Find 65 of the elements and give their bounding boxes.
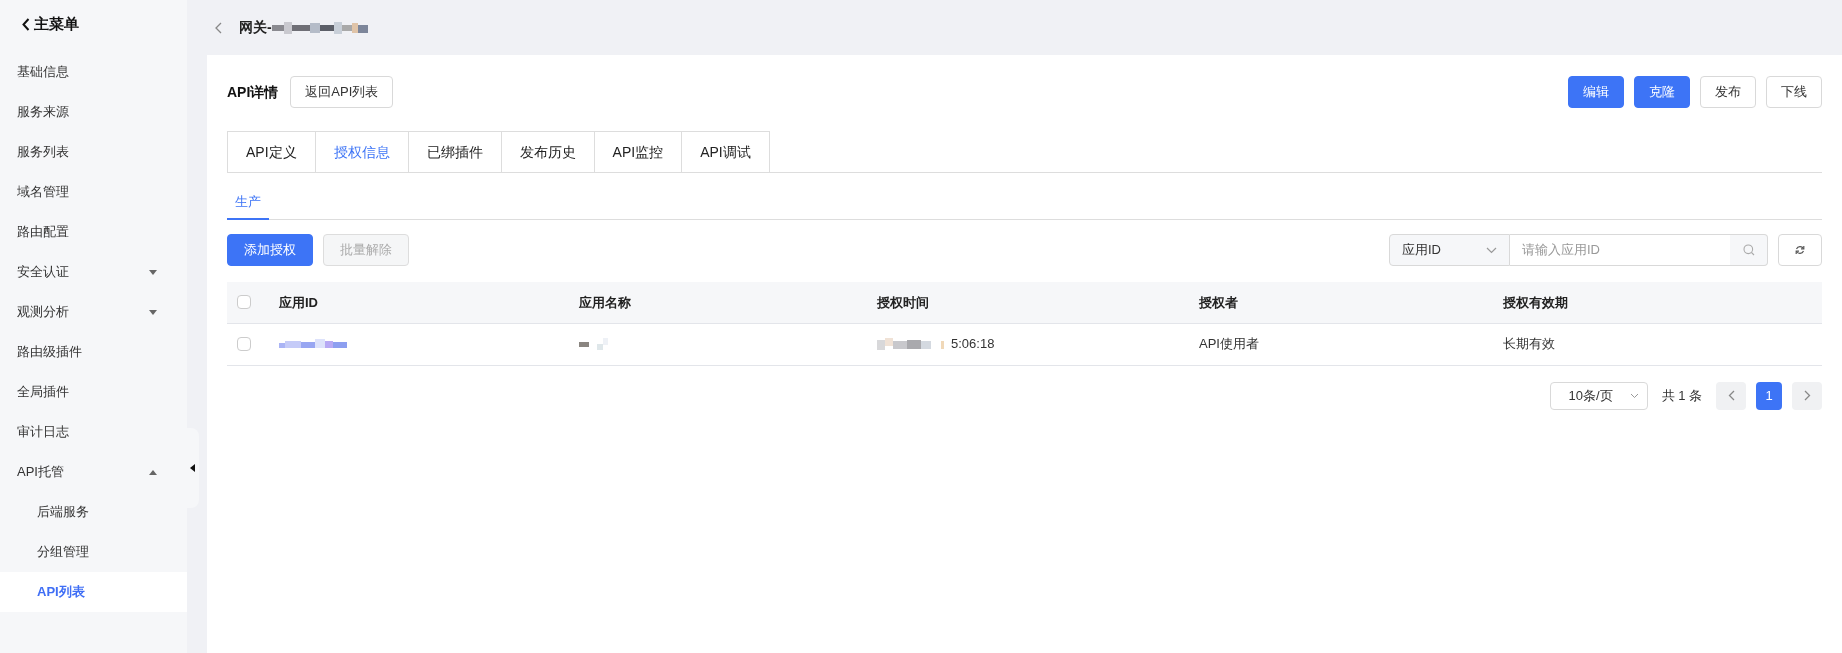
action-button[interactable]: 编辑 — [1568, 76, 1624, 108]
refresh-icon — [1795, 245, 1805, 255]
column-header: 授权时间 — [877, 294, 929, 310]
tab[interactable]: 已绑插件 — [407, 131, 501, 172]
column-header: 应用名称 — [579, 294, 631, 310]
tab[interactable]: 发布历史 — [500, 131, 594, 172]
chevron-left-icon — [1727, 390, 1735, 401]
chevron-down-icon — [1486, 246, 1497, 254]
sub-tab[interactable]: 生产 — [227, 185, 269, 220]
sidebar-item[interactable]: 服务来源 — [0, 92, 187, 132]
tab[interactable]: API调试 — [681, 131, 770, 172]
chevron-right-icon — [1803, 390, 1811, 401]
sidebar-item[interactable]: 安全认证 — [0, 252, 187, 292]
collapse-handle[interactable] — [187, 428, 199, 508]
sidebar-item[interactable]: 观测分析 — [0, 292, 187, 332]
previous-page-button[interactable] — [1716, 381, 1746, 410]
sidebar-item[interactable]: 服务列表 — [0, 132, 187, 172]
sidebar-item[interactable]: 路由配置 — [0, 212, 187, 252]
toolbar-button[interactable]: 添加授权 — [227, 234, 313, 266]
caret-down-icon — [149, 309, 157, 315]
refresh-button[interactable] — [1778, 234, 1822, 266]
action-button[interactable]: 下线 — [1766, 76, 1822, 108]
action-button[interactable]: 发布 — [1700, 76, 1756, 108]
filter-select[interactable]: 应用ID — [1389, 234, 1510, 266]
total-count: 共 1 条 — [1661, 386, 1702, 405]
column-header: 授权有效期 — [1503, 294, 1568, 310]
table-cell: API使用者 — [1199, 336, 1259, 352]
chevron-left-icon — [22, 17, 30, 31]
caret-down-icon — [149, 269, 157, 275]
caret-up-icon — [149, 469, 157, 475]
sidebar-item[interactable]: 后端服务 — [0, 492, 187, 532]
sidebar-item[interactable]: 审计日志 — [0, 412, 187, 452]
tab[interactable]: API定义 — [227, 131, 315, 172]
chevron-down-icon — [1629, 392, 1639, 399]
back-icon[interactable] — [215, 21, 223, 34]
next-page-button[interactable] — [1792, 381, 1822, 410]
redacted-mosaic — [579, 338, 609, 350]
sidebar-item[interactable]: 全局插件 — [0, 372, 187, 412]
page-header-title: 网关- — [239, 18, 272, 37]
column-header: 授权者 — [1199, 294, 1238, 310]
page-size-select[interactable]: 10条/页 — [1549, 381, 1648, 410]
page-button[interactable]: 1 — [1756, 381, 1782, 410]
sidebar-item[interactable]: 基础信息 — [0, 52, 187, 92]
column-header: 应用ID — [279, 294, 318, 310]
tab[interactable]: API监控 — [593, 131, 682, 172]
search-icon — [1742, 244, 1755, 256]
search-button[interactable] — [1730, 234, 1768, 266]
sidebar-item[interactable]: 分组管理 — [0, 532, 187, 572]
search-field[interactable]: 请输入应用ID — [1510, 234, 1730, 266]
row-checkbox[interactable] — [237, 337, 251, 351]
tab[interactable]: 授权信息 — [314, 131, 408, 172]
sidebar-item[interactable]: API托管 — [0, 452, 187, 492]
table-cell: 长期有效 — [1503, 336, 1555, 352]
sidebar-item[interactable]: 路由级插件 — [0, 332, 187, 372]
caret-icon — [190, 464, 196, 472]
section-title: API详情 — [227, 82, 279, 102]
sidebar-item[interactable]: 域名管理 — [0, 172, 187, 212]
back-to-list-button[interactable]: 返回API列表 — [290, 76, 394, 108]
redacted-mosaic — [279, 339, 347, 349]
table-cell-text: 5:06:18 — [951, 335, 995, 354]
sidebar-item[interactable]: API列表 — [0, 572, 187, 612]
redacted-mosaic — [877, 338, 945, 350]
select-all-checkbox[interactable] — [237, 295, 251, 310]
action-button[interactable]: 克隆 — [1634, 76, 1690, 108]
main-menu-back-link[interactable]: 主菜单 — [0, 0, 187, 48]
